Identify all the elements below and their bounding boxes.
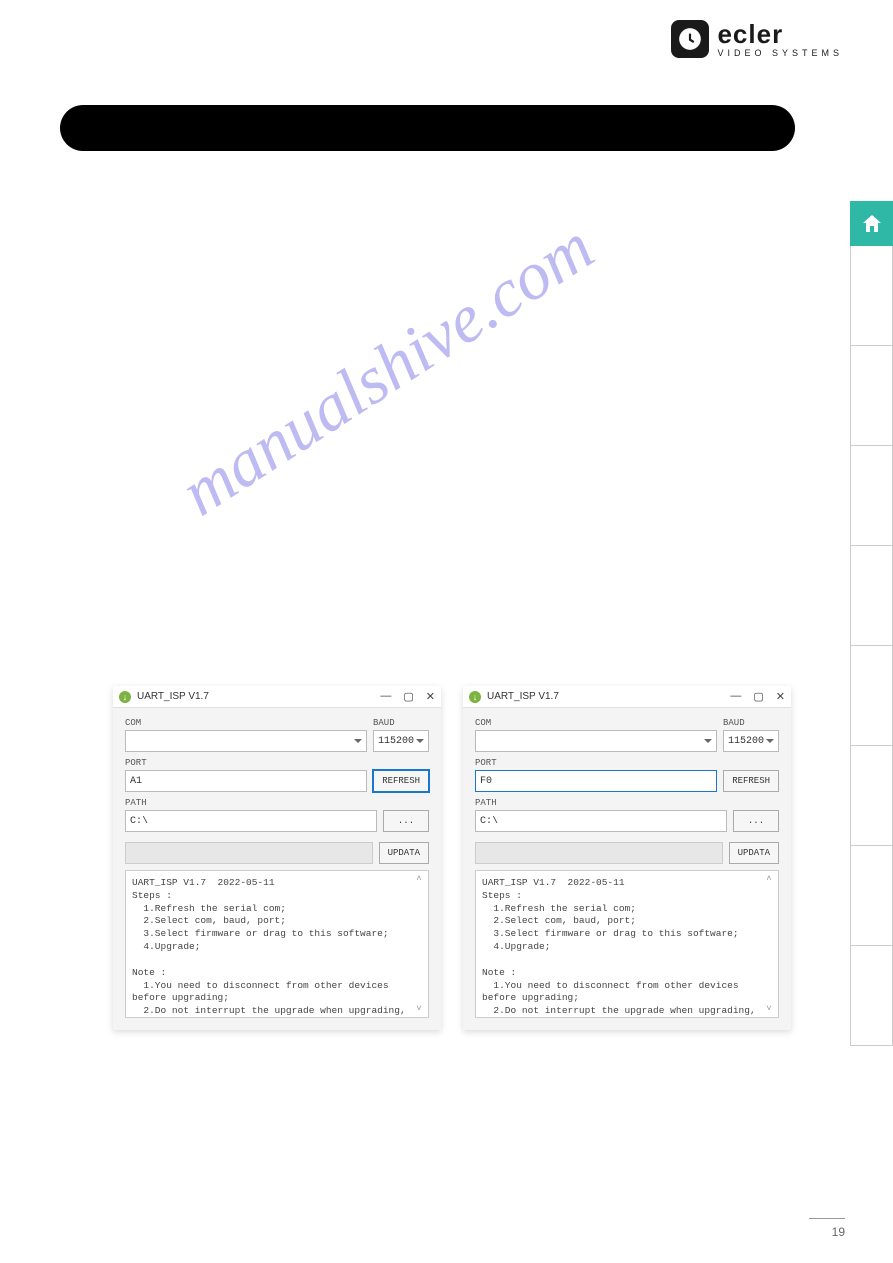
- log-content: UART_ISP V1.7 2022-05-11 Steps : 1.Refre…: [132, 877, 411, 1018]
- path-input[interactable]: [475, 810, 727, 832]
- sidebar-item[interactable]: [850, 446, 893, 546]
- sidebar-item[interactable]: [850, 946, 893, 1046]
- scroll-down-icon[interactable]: ˅: [412, 1003, 426, 1015]
- baud-label: BAUD: [373, 718, 429, 728]
- port-input[interactable]: [125, 770, 367, 792]
- update-button[interactable]: UPDATA: [729, 842, 779, 864]
- refresh-button[interactable]: REFRESH: [723, 770, 779, 792]
- scrollbar[interactable]: ˄˅: [412, 873, 426, 1015]
- com-label: COM: [125, 718, 367, 728]
- com-select[interactable]: [125, 730, 367, 752]
- brand-logo-text: ecler VIDEO SYSTEMS: [717, 21, 843, 58]
- baud-label: BAUD: [723, 718, 779, 728]
- com-label: COM: [475, 718, 717, 728]
- sidebar-item[interactable]: [850, 246, 893, 346]
- port-input[interactable]: [475, 770, 717, 792]
- page-footer-rule: [809, 1218, 845, 1219]
- section-header-bar: [60, 105, 795, 151]
- log-textarea[interactable]: UART_ISP V1.7 2022-05-11 Steps : 1.Refre…: [125, 870, 429, 1018]
- path-label: PATH: [475, 798, 727, 808]
- path-label: PATH: [125, 798, 377, 808]
- progress-bar: [125, 842, 373, 864]
- browse-button[interactable]: ...: [733, 810, 779, 832]
- window-title: UART_ISP V1.7: [487, 691, 724, 702]
- uart-window-a: ↓ UART_ISP V1.7 — ▢ ✕ COM BAUD 115200: [113, 686, 441, 1030]
- browse-button[interactable]: ...: [383, 810, 429, 832]
- brand-logo-mark: [671, 20, 709, 58]
- log-textarea[interactable]: UART_ISP V1.7 2022-05-11 Steps : 1.Refre…: [475, 870, 779, 1018]
- sidebar-item[interactable]: [850, 546, 893, 646]
- minimize-button[interactable]: —: [380, 690, 391, 703]
- sidebar-home-button[interactable]: [850, 201, 893, 246]
- refresh-button[interactable]: REFRESH: [373, 770, 429, 792]
- sidebar-item[interactable]: [850, 846, 893, 946]
- home-icon: [860, 212, 884, 236]
- sidebar-item[interactable]: [850, 646, 893, 746]
- path-input[interactable]: [125, 810, 377, 832]
- sidebar-item[interactable]: [850, 346, 893, 446]
- sidebar-item[interactable]: [850, 746, 893, 846]
- log-content: UART_ISP V1.7 2022-05-11 Steps : 1.Refre…: [482, 877, 761, 1018]
- app-icon: ↓: [469, 691, 481, 703]
- scroll-down-icon[interactable]: ˅: [762, 1003, 776, 1015]
- maximize-button[interactable]: ▢: [403, 690, 413, 703]
- brand-name: ecler: [717, 21, 843, 47]
- page-number: 19: [832, 1225, 845, 1239]
- scroll-up-icon[interactable]: ˄: [762, 873, 776, 885]
- app-icon: ↓: [119, 691, 131, 703]
- close-button[interactable]: ✕: [426, 690, 435, 703]
- brand-subtitle: VIDEO SYSTEMS: [717, 49, 843, 58]
- update-button[interactable]: UPDATA: [379, 842, 429, 864]
- com-select[interactable]: [475, 730, 717, 752]
- window-titlebar[interactable]: ↓ UART_ISP V1.7 — ▢ ✕: [463, 686, 791, 708]
- brand-logo: ecler VIDEO SYSTEMS: [671, 20, 843, 58]
- maximize-button[interactable]: ▢: [753, 690, 763, 703]
- scroll-up-icon[interactable]: ˄: [412, 873, 426, 885]
- sidebar-nav: [850, 201, 893, 1046]
- uart-window-b: ↓ UART_ISP V1.7 — ▢ ✕ COM BAUD 115200: [463, 686, 791, 1030]
- close-button[interactable]: ✕: [776, 690, 785, 703]
- window-titlebar[interactable]: ↓ UART_ISP V1.7 — ▢ ✕: [113, 686, 441, 708]
- watermark-text: manualshive.com: [167, 207, 608, 531]
- minimize-button[interactable]: —: [730, 690, 741, 703]
- window-title: UART_ISP V1.7: [137, 691, 374, 702]
- progress-bar: [475, 842, 723, 864]
- port-label: PORT: [125, 758, 367, 768]
- scrollbar[interactable]: ˄˅: [762, 873, 776, 1015]
- port-label: PORT: [475, 758, 717, 768]
- baud-select[interactable]: 115200: [373, 730, 429, 752]
- baud-select[interactable]: 115200: [723, 730, 779, 752]
